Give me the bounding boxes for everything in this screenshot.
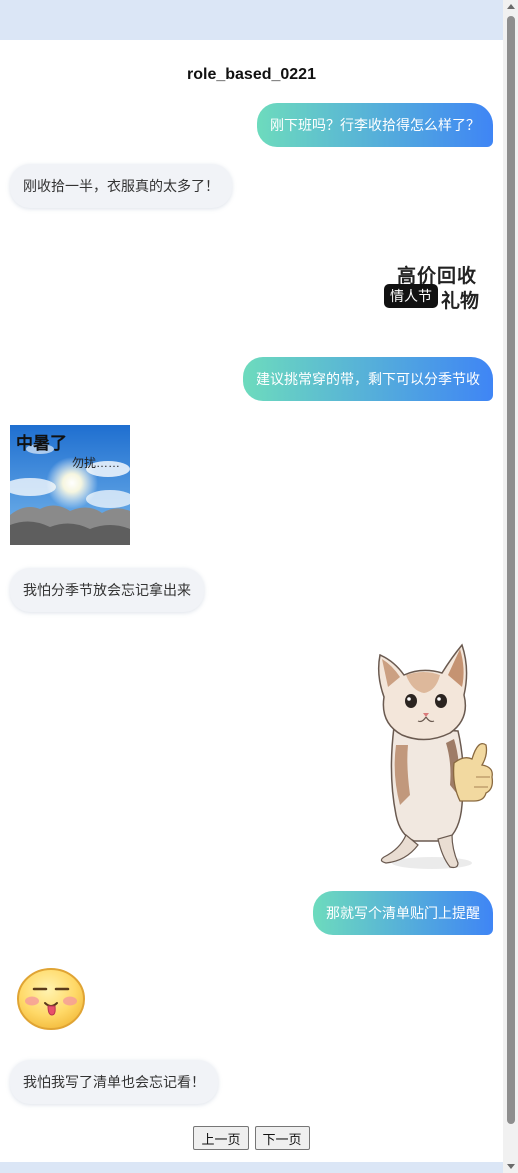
- scroll-up-arrow-icon[interactable]: [507, 4, 515, 9]
- sticker-kitten-thumbs-up: [366, 635, 496, 871]
- sticker-text-line3: 礼物: [441, 291, 480, 312]
- chat-title: role_based_0221: [187, 66, 316, 83]
- sticker-yellow-face-icon: [16, 967, 86, 1031]
- sticker-gift-recycle: 高价回收 情人节 礼物: [380, 258, 486, 314]
- scroll-thumb[interactable]: [507, 16, 515, 1124]
- message-bubble-left: 刚收拾一半，衣服真的太多了！: [10, 164, 232, 208]
- scroll-down-arrow-icon[interactable]: [507, 1164, 515, 1169]
- sticker-text-do-not-disturb: 勿扰……: [72, 456, 121, 470]
- sticker-text-heatstroke: 中暑了: [16, 434, 67, 453]
- message-bubble-left: 我怕分季节放会忘记拿出来: [10, 568, 204, 612]
- vertical-scrollbar[interactable]: [503, 0, 518, 1173]
- sticker-heatstroke-sky: 中暑了 勿扰……: [10, 425, 130, 545]
- message-bubble-right: 刚下班吗？行李收拾得怎么样了？: [257, 103, 493, 147]
- prev-page-button[interactable]: 上一页: [193, 1126, 249, 1150]
- pagination: 上一页 下一页: [0, 1126, 503, 1150]
- message-bubble-left: 我怕我写了清单也会忘记看！: [10, 1060, 218, 1104]
- emoji-face-image: [17, 968, 85, 1030]
- message-bubble-right: 建议挑常穿的带，剩下可以分季节收: [243, 357, 493, 401]
- chat-page: role_based_0221 刚下班吗？行李收拾得怎么样了？ 刚收拾一半，衣服…: [0, 40, 503, 1162]
- message-bubble-right: 那就写个清单贴门上提醒: [313, 891, 493, 935]
- kitten-image: [377, 643, 494, 869]
- sticker-tag-valentine: 情人节: [384, 284, 438, 308]
- next-page-button[interactable]: 下一页: [254, 1126, 310, 1150]
